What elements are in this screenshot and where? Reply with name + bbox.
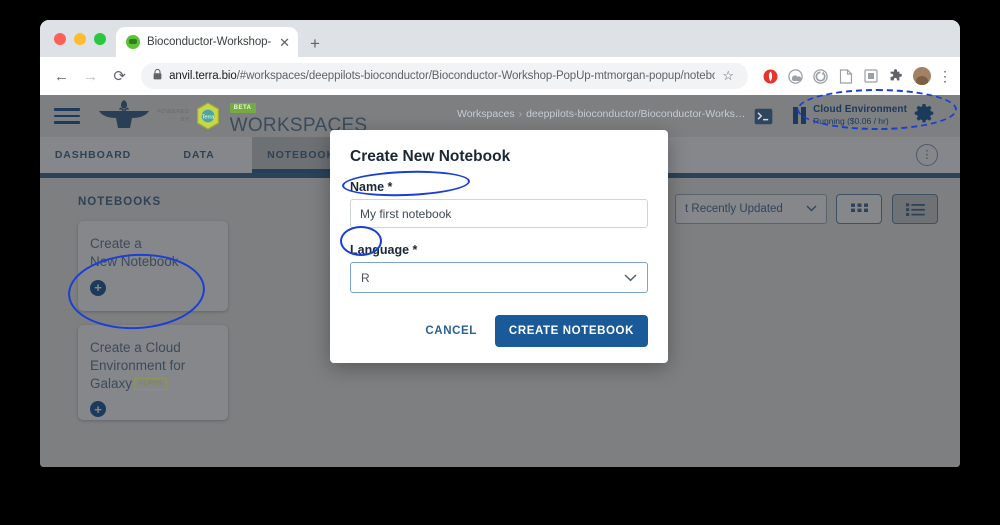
language-value: R: [361, 270, 370, 285]
plus-icon[interactable]: +: [90, 279, 106, 296]
breadcrumb: Workspaces › deeppilots-bioconductor/Bioco…: [457, 108, 745, 120]
close-tab-icon[interactable]: ✕: [279, 36, 290, 49]
dialog-title: Create New Notebook: [350, 148, 511, 165]
language-dropdown[interactable]: R: [350, 262, 648, 293]
note-extension-icon[interactable]: [861, 66, 881, 86]
page-title: NOTEBOOKS: [78, 196, 162, 208]
hamburger-menu-icon[interactable]: [54, 104, 80, 128]
breadcrumb-current: deeppilots-bioconductor/Bioconductor-Wor…: [526, 108, 746, 120]
forward-icon[interactable]: →: [77, 62, 104, 90]
back-icon[interactable]: ←: [48, 62, 75, 90]
workspace-more-menu-icon[interactable]: ⋮: [916, 144, 938, 166]
refresh-extension-icon[interactable]: [811, 66, 831, 86]
plus-icon[interactable]: +: [90, 401, 106, 418]
cancel-button[interactable]: CANCEL: [421, 319, 481, 343]
profile-avatar[interactable]: [912, 67, 931, 85]
beta-badge: BETA: [229, 102, 256, 113]
create-new-notebook-dialog: Create New Notebook Name * Language * R …: [330, 130, 668, 363]
terra-app: POWERED BY Terra BETA WORKSPACES Workspa…: [40, 95, 960, 467]
browser-tab[interactable]: Bioconductor-Workshop-PopU ✕: [116, 27, 298, 57]
favicon-icon: [126, 35, 140, 49]
create-notebook-button[interactable]: CREATE NOTEBOOK: [494, 315, 648, 347]
anvil-logo: [99, 100, 149, 128]
list-view-button[interactable]: [892, 194, 938, 224]
terminal-icon[interactable]: [754, 108, 773, 130]
create-galaxy-environment-card[interactable]: Create a Cloud Environment for Galaxy ALP…: [78, 325, 228, 420]
browser-toolbar: ← → ⟳ anvil.terra.bio/#workspaces/deeppi…: [40, 57, 960, 95]
grid-view-icon: [850, 203, 868, 212]
puzzle-extensions-icon[interactable]: [886, 66, 906, 86]
browser-menu-icon[interactable]: ⋮: [938, 69, 952, 83]
lock-icon: [153, 67, 162, 85]
cloud-environment-button[interactable]: Cloud Environment Running ($0.06 / hr): [793, 103, 934, 128]
name-field-label: Name *: [350, 180, 393, 194]
breadcrumb-root[interactable]: Workspaces: [457, 108, 515, 120]
minimize-window-button[interactable]: [74, 32, 86, 45]
cloud-environment-status: Running ($0.06 / hr): [813, 116, 889, 127]
svg-text:Terra: Terra: [201, 115, 215, 121]
terra-hex-logo: Terra: [196, 102, 219, 130]
alpha-badge: ALPHA: [134, 377, 167, 391]
card-title: Create a New Notebook: [90, 236, 179, 269]
list-view-icon: [905, 202, 925, 216]
card-title: Create a Cloud Environment for Galaxy ALP…: [90, 340, 186, 391]
tab-data[interactable]: DATA: [146, 137, 252, 173]
url-path: /#workspaces/deeppilots-bioconductor/Bio…: [236, 70, 716, 82]
cloud-environment-text: Cloud Environment Running ($0.06 / hr): [813, 104, 907, 127]
maximize-window-button[interactable]: [94, 32, 106, 45]
pause-icon[interactable]: [793, 107, 807, 124]
url-domain: anvil.terra.bio: [169, 70, 237, 82]
address-bar[interactable]: anvil.terra.bio/#workspaces/deeppilots-b…: [141, 63, 748, 89]
cloud-extension-icon[interactable]: [786, 66, 806, 86]
browser-tab-title: Bioconductor-Workshop-PopU: [147, 36, 272, 48]
sort-value: t Recently Updated: [685, 203, 783, 215]
language-field-label: Language *: [350, 243, 418, 257]
document-extension-icon[interactable]: [836, 66, 856, 86]
url-text: anvil.terra.bio/#workspaces/deeppilots-b…: [169, 70, 715, 82]
breadcrumb-separator: ›: [518, 108, 523, 120]
new-tab-button[interactable]: +: [310, 35, 320, 52]
notebook-name-input[interactable]: [350, 199, 648, 228]
chevron-down-icon: [806, 203, 817, 215]
window-traffic-lights: [50, 20, 112, 57]
tab-dashboard[interactable]: DASHBOARD: [40, 137, 146, 173]
browser-window: Bioconductor-Workshop-PopU ✕ + ← → ⟳ anv…: [40, 20, 960, 467]
sort-dropdown[interactable]: t Recently Updated: [675, 194, 827, 224]
shield-extension-icon[interactable]: [761, 66, 781, 86]
gear-icon[interactable]: [914, 103, 934, 128]
reload-icon[interactable]: ⟳: [106, 62, 133, 90]
bookmark-star-icon[interactable]: ☆: [722, 68, 736, 84]
powered-by-label: POWERED BY: [157, 108, 190, 123]
chevron-down-icon: [624, 271, 637, 285]
grid-view-button[interactable]: [836, 194, 882, 224]
dialog-actions: CANCEL CREATE NOTEBOOK: [350, 315, 648, 347]
create-new-notebook-card[interactable]: Create a New Notebook +: [78, 221, 228, 311]
close-window-button[interactable]: [54, 32, 66, 45]
cloud-environment-title: Cloud Environment: [813, 103, 907, 115]
browser-tab-strip: Bioconductor-Workshop-PopU ✕ +: [40, 20, 960, 57]
